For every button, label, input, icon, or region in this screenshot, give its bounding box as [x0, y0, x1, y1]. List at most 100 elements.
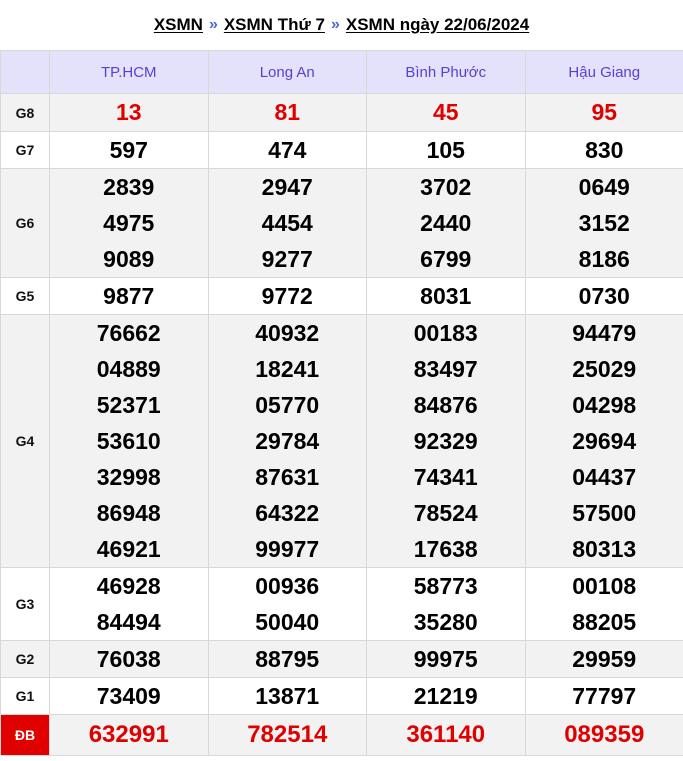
prize-number: 3152 [578, 210, 630, 236]
prize-number: 25029 [572, 356, 637, 382]
prize-cell: 40932 18241 05770 29784 87631 64322 99977 [207, 314, 367, 568]
prize-number: 089359 [564, 721, 645, 748]
breadcrumb-link-xsmn[interactable]: XSMN [154, 15, 203, 35]
prize-number: 29694 [572, 428, 637, 454]
prize-number: 04437 [572, 464, 637, 490]
prize-number: 474 [268, 137, 307, 163]
prize-number: 92329 [413, 428, 478, 454]
province-header-row: TP.HCM Long An Bình Phước Hậu Giang [0, 50, 683, 94]
breadcrumb-link-xsmn-date[interactable]: XSMN ngày 22/06/2024 [346, 15, 529, 35]
prize-cell: 46928 84494 [49, 567, 209, 641]
result-body: G8 13 81 45 95 G7 597 474 105 830 G6 2839 4975 9089 29… [0, 93, 683, 756]
prize-number: 00183 [413, 320, 478, 346]
prize-cell: 0649 3152 8186 [524, 168, 683, 278]
prize-number: 52371 [96, 392, 161, 418]
prize-number: 13871 [255, 683, 320, 709]
province-header: Hậu Giang [524, 50, 683, 94]
prize-cell: 77797 [524, 677, 683, 715]
prize-number: 29784 [255, 428, 320, 454]
prize-label: G4 [0, 314, 50, 568]
prize-cell: 29959 [524, 640, 683, 678]
prize-row-g7: G7 597 474 105 830 [0, 131, 683, 169]
prize-cell: 632991 [49, 714, 209, 756]
prize-cell: 95 [524, 93, 683, 132]
breadcrumb-separator: » [330, 16, 340, 33]
prize-cell: 00183 83497 84876 92329 74341 78524 17638 [366, 314, 526, 568]
breadcrumb-link-xsmn-thu7[interactable]: XSMN Thứ 7 [224, 15, 325, 35]
prize-row-g1: G1 73409 13871 21219 77797 [0, 677, 683, 715]
prize-number: 45 [432, 99, 459, 125]
prize-number: 84876 [413, 392, 478, 418]
province-header: TP.HCM [49, 50, 209, 94]
prize-number: 00936 [255, 573, 320, 599]
prize-cell: 00936 50040 [207, 567, 367, 641]
prize-row-db: ĐB 632991 782514 361140 089359 [0, 714, 683, 756]
prize-number: 50040 [255, 609, 320, 635]
prize-number: 361140 [406, 721, 486, 748]
prize-cell: 361140 [366, 714, 526, 756]
prize-cell: 830 [524, 131, 683, 169]
prize-row-g4: G4 76662 04889 52371 53610 32998 86948 46921 409… [0, 314, 683, 568]
prize-number: 58773 [413, 573, 478, 599]
prize-number: 76038 [96, 646, 161, 672]
prize-number: 8031 [420, 283, 472, 309]
prize-cell: 2839 4975 9089 [49, 168, 209, 278]
province-header: Bình Phước [366, 50, 526, 94]
prize-number: 21219 [413, 683, 478, 709]
prize-label: G5 [0, 277, 50, 315]
prize-cell: 597 [49, 131, 209, 169]
prize-number: 6799 [420, 246, 472, 272]
province-header: Long An [207, 50, 367, 94]
prize-number: 95 [591, 99, 618, 125]
prize-number: 13 [115, 99, 142, 125]
prize-number: 2440 [420, 210, 472, 236]
prize-number: 80313 [572, 536, 637, 562]
prize-number: 73409 [96, 683, 161, 709]
prize-cell: 474 [207, 131, 367, 169]
prize-number: 04889 [96, 356, 161, 382]
prize-number: 76662 [96, 320, 161, 346]
prize-label: G2 [0, 640, 50, 678]
prize-cell: 58773 35280 [366, 567, 526, 641]
breadcrumb: XSMN » XSMN Thứ 7 » XSMN ngày 22/06/2024 [0, 0, 683, 50]
prize-number: 35280 [413, 609, 478, 635]
prize-cell: 94479 25029 04298 29694 04437 57500 80313 [524, 314, 683, 568]
prize-number: 78524 [413, 500, 478, 526]
prize-label: G8 [0, 93, 50, 132]
prize-cell: 73409 [49, 677, 209, 715]
prize-number: 83497 [413, 356, 478, 382]
prize-number: 830 [585, 137, 624, 163]
prize-row-g2: G2 76038 88795 99975 29959 [0, 640, 683, 678]
prize-cell: 21219 [366, 677, 526, 715]
prize-cell: 81 [207, 93, 367, 132]
prize-number: 84494 [96, 609, 161, 635]
prize-label: G3 [0, 567, 50, 641]
prize-number: 2839 [103, 174, 155, 200]
prize-number: 00108 [572, 573, 637, 599]
prize-number: 86948 [96, 500, 161, 526]
prize-number: 9772 [261, 283, 313, 309]
prize-cell: 76662 04889 52371 53610 32998 86948 46921 [49, 314, 209, 568]
prize-number: 782514 [247, 721, 328, 748]
prize-number: 2947 [261, 174, 313, 200]
prize-label: G7 [0, 131, 50, 169]
prize-cell: 13871 [207, 677, 367, 715]
prize-number: 4454 [261, 210, 313, 236]
prize-number: 3702 [420, 174, 472, 200]
prize-column-header [0, 50, 50, 94]
prize-cell: 2947 4454 9277 [207, 168, 367, 278]
prize-number: 77797 [572, 683, 637, 709]
prize-number: 8186 [578, 246, 630, 272]
prize-number: 99977 [255, 536, 320, 562]
prize-number: 597 [109, 137, 148, 163]
prize-cell: 76038 [49, 640, 209, 678]
prize-number: 18241 [255, 356, 320, 382]
prize-number: 17638 [413, 536, 478, 562]
prize-cell: 782514 [207, 714, 367, 756]
prize-number: 74341 [413, 464, 478, 490]
prize-label: G6 [0, 168, 50, 278]
prize-number: 9277 [261, 246, 313, 272]
prize-cell: 99975 [366, 640, 526, 678]
breadcrumb-separator: » [208, 16, 218, 33]
prize-number: 0649 [578, 174, 630, 200]
